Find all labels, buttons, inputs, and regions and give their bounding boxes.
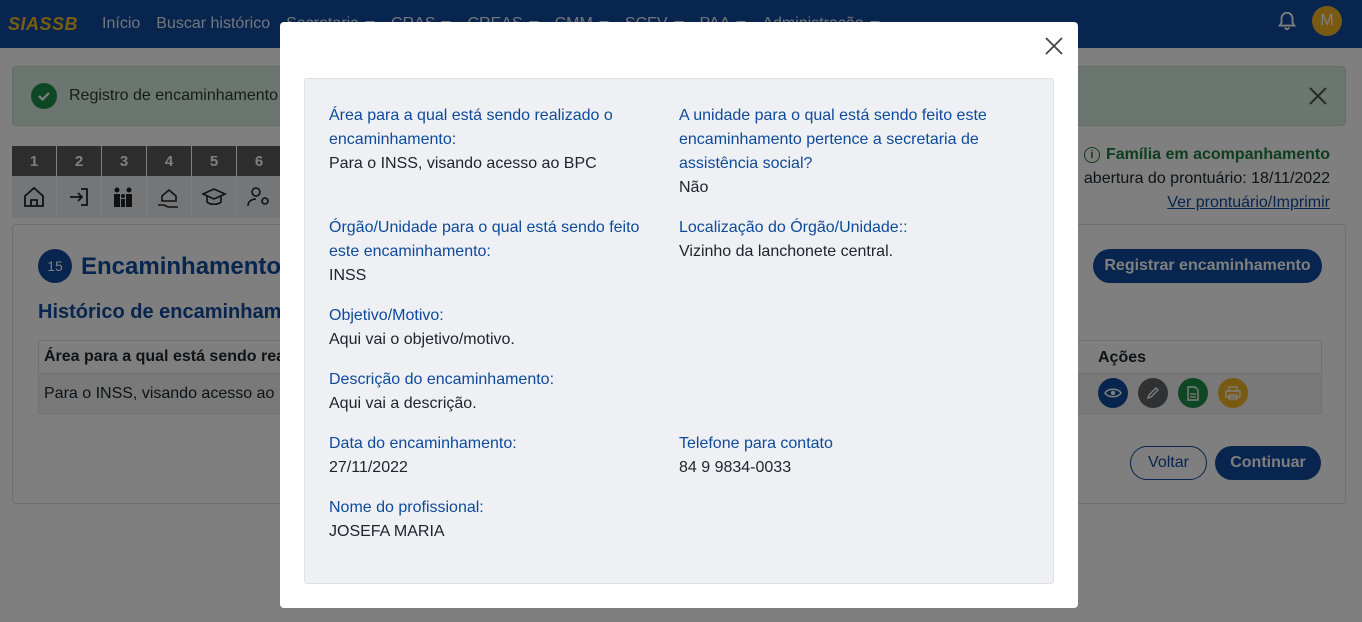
field-value: 84 9 9834-0033 xyxy=(679,459,792,476)
field-unit-belongs: A unidade para o qual está sendo feito e… xyxy=(679,104,1009,200)
field-value: Para o INSS, visando acesso ao BPC xyxy=(329,155,597,172)
field-label: Órgão/Unidade para o qual está sendo fei… xyxy=(329,219,640,260)
field-value: JOSEFA MARIA xyxy=(329,523,445,540)
referral-details-modal: Área para a qual está sendo realizado o … xyxy=(280,22,1078,608)
field-description: Descrição do encaminhamento: Aqui vai a … xyxy=(329,368,659,416)
field-value: Aqui vai o objetivo/motivo. xyxy=(329,331,515,348)
field-phone: Telefone para contato 84 9 9834-0033 xyxy=(679,432,1009,480)
field-value: INSS xyxy=(329,267,367,284)
close-icon[interactable] xyxy=(1044,36,1064,56)
field-professional: Nome do profissional: JOSEFA MARIA xyxy=(329,496,659,544)
field-label: Área para a qual está sendo realizado o … xyxy=(329,107,613,148)
field-label: Localização do Órgão/Unidade:: xyxy=(679,219,908,236)
field-organ: Órgão/Unidade para o qual está sendo fei… xyxy=(329,216,659,288)
field-label: A unidade para o qual está sendo feito e… xyxy=(679,107,987,172)
field-label: Data do encaminhamento: xyxy=(329,435,517,452)
field-label: Nome do profissional: xyxy=(329,499,484,516)
field-value: Não xyxy=(679,179,709,196)
field-location: Localização do Órgão/Unidade:: Vizinho d… xyxy=(679,216,1009,264)
field-label: Telefone para contato xyxy=(679,435,833,452)
field-value: 27/11/2022 xyxy=(329,459,408,476)
field-label: Objetivo/Motivo: xyxy=(329,307,444,324)
modal-content: Área para a qual está sendo realizado o … xyxy=(304,78,1054,584)
field-objective: Objetivo/Motivo: Aqui vai o objetivo/mot… xyxy=(329,304,659,352)
field-date: Data do encaminhamento: 27/11/2022 xyxy=(329,432,659,480)
field-label: Descrição do encaminhamento: xyxy=(329,371,555,388)
field-value: Aqui vai a descrição. xyxy=(329,395,477,412)
field-value: Vizinho da lanchonete central. xyxy=(679,243,894,260)
field-area: Área para a qual está sendo realizado o … xyxy=(329,104,659,176)
